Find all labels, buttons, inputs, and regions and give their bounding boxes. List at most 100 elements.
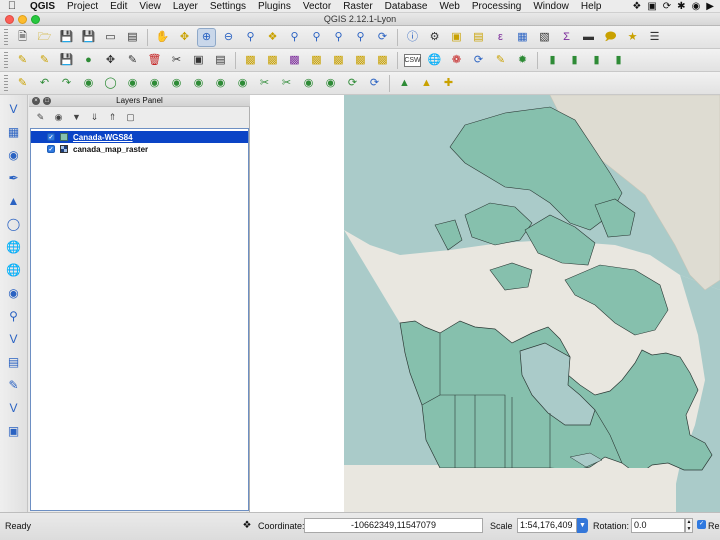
add-feature-icon[interactable]: ● bbox=[79, 51, 98, 70]
merge-features-icon[interactable]: ◉ bbox=[299, 74, 318, 93]
toolbar-grip[interactable] bbox=[4, 74, 8, 92]
select-features-icon[interactable]: ▣ bbox=[447, 28, 466, 47]
add-virtual-layer-icon[interactable]: ✎ bbox=[4, 375, 24, 395]
raster-full-stretch-icon[interactable]: ▮ bbox=[609, 51, 628, 70]
layer-labeling-icon[interactable]: ▩ bbox=[241, 51, 260, 70]
select-by-value-icon[interactable]: ▤ bbox=[469, 28, 488, 47]
coordinate-capture-icon[interactable]: ✚ bbox=[439, 74, 458, 93]
new-spatialite-layer-icon[interactable]: ▤ bbox=[4, 352, 24, 372]
remove-layer-icon[interactable]: ▢ bbox=[124, 111, 137, 124]
field-calculator-icon[interactable]: ▧ bbox=[535, 28, 554, 47]
menu-vector[interactable]: Vector bbox=[297, 1, 337, 12]
menu-project[interactable]: Project bbox=[61, 1, 104, 12]
rotate-feature-icon[interactable]: ⟳ bbox=[365, 74, 384, 93]
rotate-point-symbols-icon[interactable]: ⟳ bbox=[343, 74, 362, 93]
python-console-icon[interactable]: ✎ bbox=[491, 51, 510, 70]
node-tool-icon[interactable]: ✎ bbox=[123, 51, 142, 70]
menu-help[interactable]: Help bbox=[575, 1, 608, 12]
label-pin-icon[interactable]: ▩ bbox=[263, 51, 282, 70]
filter-legend-icon[interactable]: ▼ bbox=[70, 111, 83, 124]
add-wcs-layer-icon[interactable]: 🌐 bbox=[4, 260, 24, 280]
rotation-spinner-icon[interactable]: ▲ ▼ bbox=[685, 518, 693, 533]
label-show-hide-icon[interactable]: ▩ bbox=[285, 51, 304, 70]
time-machine-icon[interactable]: ⟳ bbox=[663, 1, 671, 12]
add-spatialite-layer-icon[interactable]: ✒ bbox=[4, 168, 24, 188]
add-postgis-layer-icon[interactable]: ◉ bbox=[4, 145, 24, 165]
add-ring-icon[interactable]: ◯ bbox=[101, 74, 120, 93]
csw-button[interactable]: CSW bbox=[403, 51, 422, 70]
render-checkbox[interactable]: ✓ bbox=[697, 520, 706, 529]
zoom-full-icon[interactable]: ❖ bbox=[263, 28, 282, 47]
pan-map-icon[interactable]: ✋ bbox=[153, 28, 172, 47]
add-mssql-layer-icon[interactable]: ▲ bbox=[4, 191, 24, 211]
toolbar-grip[interactable] bbox=[4, 28, 8, 46]
zoom-to-layer-icon[interactable]: ⚲ bbox=[307, 28, 326, 47]
menu-edit[interactable]: Edit bbox=[104, 1, 133, 12]
menu-processing[interactable]: Processing bbox=[466, 1, 527, 12]
gps-tools-icon[interactable]: ⟳ bbox=[469, 51, 488, 70]
menu-view[interactable]: View bbox=[133, 1, 167, 12]
layer-item-canada-map-raster[interactable]: ✓ canada_map_raster bbox=[31, 143, 248, 155]
menu-database[interactable]: Database bbox=[379, 1, 434, 12]
label-highlight-icon[interactable]: ▩ bbox=[373, 51, 392, 70]
save-layer-edits-icon[interactable]: 💾 bbox=[57, 51, 76, 70]
label-move-icon[interactable]: ▩ bbox=[307, 51, 326, 70]
offset-curve-icon[interactable]: ◉ bbox=[233, 74, 252, 93]
add-vector-layer-icon[interactable]: V bbox=[4, 99, 24, 119]
cut-features-icon[interactable]: ✂ bbox=[167, 51, 186, 70]
menu-web[interactable]: Web bbox=[433, 1, 465, 12]
delete-ring-icon[interactable]: ◉ bbox=[167, 74, 186, 93]
paste-features-icon[interactable]: ▤ bbox=[211, 51, 230, 70]
undo-icon[interactable]: ↶ bbox=[35, 74, 54, 93]
add-wms-layer-icon[interactable]: 🌐 bbox=[4, 237, 24, 257]
menu-settings[interactable]: Settings bbox=[204, 1, 252, 12]
identify-features-icon[interactable]: ⓘ bbox=[403, 28, 422, 47]
plugin-bug-icon[interactable]: ✹ bbox=[513, 51, 532, 70]
add-delimited-text-icon[interactable]: ⚲ bbox=[4, 306, 24, 326]
menu-plugins[interactable]: Plugins bbox=[252, 1, 297, 12]
reshape-features-icon[interactable]: ◉ bbox=[211, 74, 230, 93]
layer-visibility-checkbox[interactable]: ✓ bbox=[47, 133, 55, 141]
collapse-all-icon[interactable]: ⇑ bbox=[106, 111, 119, 124]
zoom-actual-size-icon[interactable]: ⚲ bbox=[241, 28, 260, 47]
dropbox-icon[interactable]: ❖ bbox=[632, 1, 641, 12]
run-feature-action-icon[interactable]: ⚙ bbox=[425, 28, 444, 47]
zoom-to-selection-icon[interactable]: ⚲ bbox=[285, 28, 304, 47]
expand-all-icon[interactable]: ⇓ bbox=[88, 111, 101, 124]
new-print-composer-icon[interactable]: ▭ bbox=[101, 28, 120, 47]
canada-flag-icon[interactable]: ❁ bbox=[447, 51, 466, 70]
zoom-in-icon[interactable]: ⊕ bbox=[197, 27, 216, 47]
coordinate-field[interactable]: -10662349,11547079 bbox=[304, 518, 483, 533]
copy-features-icon[interactable]: ▣ bbox=[189, 51, 208, 70]
menu-raster[interactable]: Raster bbox=[337, 1, 378, 12]
new-project-icon[interactable]: 🗎 bbox=[13, 28, 32, 47]
wifi-icon[interactable]: ◉ bbox=[692, 1, 701, 12]
scale-combobox[interactable]: 1:54,176,409 bbox=[517, 518, 577, 533]
open-project-icon[interactable]: 🗁 bbox=[35, 28, 54, 47]
add-wfs-icon[interactable]: ▣ bbox=[4, 421, 24, 441]
pan-to-selection-icon[interactable]: ✥ bbox=[175, 28, 194, 47]
scale-dropdown-icon[interactable]: ▼ bbox=[577, 518, 588, 533]
new-gpx-layer-icon[interactable]: V bbox=[4, 398, 24, 418]
split-features-icon[interactable]: ✂ bbox=[255, 74, 274, 93]
layer-visibility-checkbox[interactable]: ✓ bbox=[47, 145, 55, 153]
composer-manager-icon[interactable]: ▤ bbox=[123, 28, 142, 47]
simplify-feature-icon[interactable]: ◉ bbox=[79, 74, 98, 93]
menu-qgis[interactable]: QGIS bbox=[24, 1, 61, 12]
menu-window[interactable]: Window bbox=[527, 1, 575, 12]
fill-ring-icon[interactable]: ◉ bbox=[145, 74, 164, 93]
rotation-field[interactable]: 0.0 bbox=[631, 518, 685, 533]
screen-icon[interactable]: ▣ bbox=[647, 1, 656, 12]
open-attribute-table-icon[interactable]: ▦ bbox=[513, 28, 532, 47]
delete-selected-icon[interactable]: 🗑 bbox=[145, 51, 164, 70]
add-part-icon[interactable]: ◉ bbox=[123, 74, 142, 93]
apple-menu-icon[interactable]:  bbox=[0, 0, 24, 12]
show-bookmarks-icon[interactable]: ☰ bbox=[645, 28, 664, 47]
refresh-icon[interactable]: ⟳ bbox=[373, 28, 392, 47]
zoom-next-icon[interactable]: ⚲ bbox=[351, 28, 370, 47]
split-parts-icon[interactable]: ✂ bbox=[277, 74, 296, 93]
save-as-icon[interactable]: 💾 bbox=[79, 28, 98, 47]
volume-icon[interactable]: ▶ bbox=[706, 1, 714, 12]
raster-local-stretch-icon[interactable]: ▮ bbox=[587, 51, 606, 70]
raster-histogram-icon[interactable]: ▮ bbox=[543, 51, 562, 70]
